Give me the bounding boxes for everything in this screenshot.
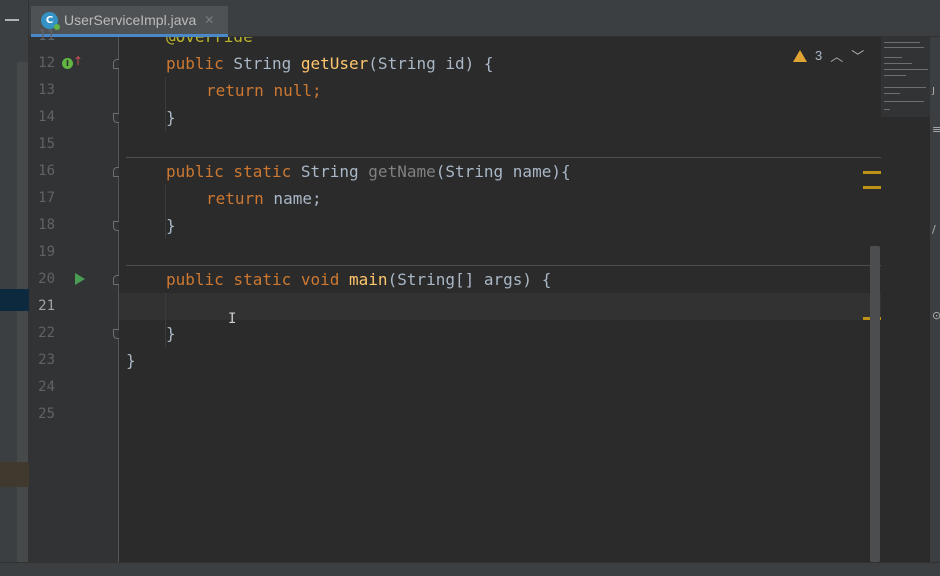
minimap-line — [884, 42, 920, 43]
keyword-null: null — [273, 81, 312, 100]
warning-count: 3 — [815, 48, 823, 63]
method-name: getUser — [300, 54, 369, 73]
line-number: 23 — [38, 352, 55, 368]
brace: } — [126, 351, 136, 370]
inspection-widget[interactable]: 3 ︿ ﹀ — [793, 46, 864, 65]
minimap-line — [884, 87, 926, 88]
minimap-line — [884, 101, 924, 102]
code-line-20: public static void main(String[] args) { — [166, 266, 551, 293]
keyword: public — [166, 54, 224, 73]
code-editor[interactable]: @Override public String getUser(String i… — [119, 37, 881, 576]
mouse-text-cursor: I — [228, 311, 237, 327]
tool-window-icon[interactable]: ≡ — [932, 123, 940, 136]
params: (String id) { — [368, 54, 494, 73]
keyword: return — [206, 81, 264, 100]
minimap-line — [884, 93, 900, 94]
editor-scrollbar[interactable] — [870, 246, 880, 562]
code-line-17: return name; — [206, 185, 322, 212]
brace: } — [166, 108, 176, 127]
tool-window-icon[interactable]: ȷ — [932, 83, 935, 96]
line-number: 17 — [38, 190, 55, 206]
keyword: return — [206, 189, 264, 208]
bottom-status-strip — [0, 562, 940, 576]
minimap-line — [884, 57, 902, 58]
warning-stripe-mark[interactable] — [863, 171, 881, 174]
minimap-line — [884, 75, 906, 76]
code-line-13: return null; — [206, 77, 322, 104]
keyword: public static — [166, 162, 292, 181]
warning-stripe-mark[interactable] — [863, 186, 881, 189]
code-line-23: } — [126, 347, 136, 374]
line-number: 22 — [38, 325, 55, 341]
brace: } — [166, 324, 176, 343]
code-line-22: } — [166, 320, 176, 347]
semicolon: ; — [311, 81, 322, 100]
line-number: 14 — [38, 109, 55, 125]
code-line-14: } — [166, 104, 176, 131]
line-number-current: 21 — [38, 298, 55, 314]
minimap-line — [884, 109, 890, 110]
line-number: 18 — [38, 217, 55, 233]
warning-icon — [793, 49, 807, 62]
editor-tab-bar: C UserServiceImpl.java ✕ — [29, 0, 940, 37]
params: (String[] args) { — [387, 270, 552, 289]
run-icon[interactable] — [75, 273, 85, 285]
annotation: @Override — [166, 37, 253, 46]
type: String — [223, 54, 301, 73]
line-number: 25 — [38, 406, 55, 422]
method-name-unused: getName — [368, 162, 436, 181]
type: String — [291, 162, 369, 181]
tool-window-icon[interactable]: ⊙ — [932, 309, 940, 322]
close-icon[interactable]: ✕ — [204, 13, 214, 27]
project-tool-strip — [0, 0, 29, 576]
project-scrollbar[interactable] — [17, 62, 28, 562]
code-line-12: public String getUser(String id) { — [166, 50, 494, 77]
minimap-line — [884, 63, 912, 64]
return-value: name; — [263, 189, 322, 208]
line-number: 20 — [38, 271, 55, 287]
chevron-down-icon[interactable]: ﹀ — [851, 46, 864, 65]
code-line-11: @Override — [166, 37, 253, 50]
brace: } — [166, 216, 176, 235]
tab-label: UserServiceImpl.java — [64, 12, 197, 28]
line-number: 11 — [38, 28, 55, 44]
line-number: 16 — [38, 163, 55, 179]
line-number: 12 — [38, 55, 55, 71]
code-minimap[interactable] — [881, 37, 930, 117]
line-number: 13 — [38, 82, 55, 98]
line-number-gutter[interactable]: 11 12 13 14 15 16 17 18 19 20 21 22 23 2… — [29, 28, 123, 576]
arrow-up-icon[interactable]: ↑ — [73, 54, 83, 68]
minimap-line — [884, 69, 928, 70]
keyword: public static void — [166, 270, 340, 289]
tab-userserviceimpl[interactable]: C UserServiceImpl.java ✕ — [31, 6, 228, 37]
chevron-up-icon[interactable]: ︿ — [830, 46, 843, 65]
tool-window-icon[interactable]: / — [932, 223, 936, 236]
params: (String name){ — [435, 162, 571, 181]
line-number: 19 — [38, 244, 55, 260]
implements-icon[interactable]: I — [62, 58, 73, 69]
code-line-16: public static String getName(String name… — [166, 158, 571, 185]
line-number: 24 — [38, 379, 55, 395]
project-row-highlight — [0, 462, 29, 487]
minimap-line — [884, 47, 924, 48]
project-selection-highlight — [0, 289, 29, 311]
right-tool-strip: ȷ ≡ / ⊙ — [930, 37, 940, 576]
method-name: main — [349, 270, 388, 289]
collapse-icon[interactable] — [5, 19, 19, 21]
code-line-18: } — [166, 212, 176, 239]
line-number: 15 — [38, 136, 55, 152]
